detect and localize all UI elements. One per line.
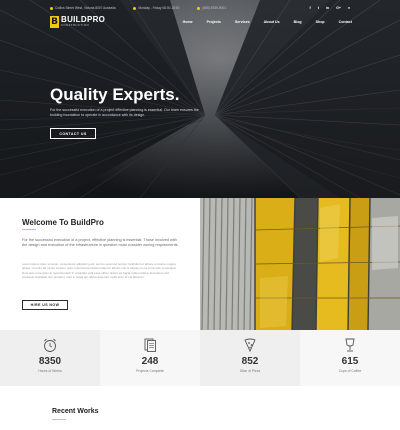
phone-icon — [197, 6, 201, 10]
hero-section: Collins Street West, Victoria 8007 Austr… — [0, 0, 400, 198]
welcome-text: For the successful execution of a projec… — [22, 238, 179, 248]
phone-info: (555) 8785-9001 — [197, 6, 226, 10]
location-icon — [50, 6, 53, 10]
nav-menu: Home Projects Services About Us Blog Sho… — [183, 20, 352, 24]
stat-coffee: 615 Cups of Coffee — [300, 330, 400, 386]
google-plus-icon[interactable]: G+ — [336, 6, 341, 10]
hero-description: For the successful execution of a projec… — [50, 108, 199, 117]
nav-item-services[interactable]: Services — [235, 20, 250, 24]
pizza-slice-icon — [244, 338, 256, 353]
hours-text: Monday - Friday 08:00-18:00 — [138, 6, 180, 10]
brand-name: BUILDPRO — [61, 15, 106, 25]
clock-icon — [133, 6, 137, 10]
recent-works-title: Recent Works — [52, 408, 99, 415]
welcome-title: Welcome To BuildPro — [22, 218, 104, 227]
alarm-clock-icon — [44, 338, 56, 352]
address-text: Collins Street West, Victoria 8007 Austr… — [55, 6, 116, 10]
building-facade-image — [200, 198, 400, 330]
facebook-icon[interactable]: f — [309, 6, 310, 10]
hero-title: Quality Experts. — [50, 85, 180, 104]
stat-label: Cups of Coffee — [338, 369, 362, 373]
twitter-icon[interactable]: t — [318, 6, 319, 10]
welcome-subtext: Lorem ipsum dolor sit amet, consectetur … — [22, 262, 177, 280]
nav-item-home[interactable]: Home — [183, 20, 193, 24]
brand-tagline: CONSTRUCTION — [61, 24, 90, 28]
logo-text: BUILDPRO CONSTRUCTION — [61, 16, 105, 28]
social-links: f t in G+ v — [309, 6, 350, 10]
nav-item-shop[interactable]: Shop — [316, 20, 325, 24]
stat-projects: 248 Projects Complete — [100, 330, 200, 386]
stat-label: Projects Complete — [136, 369, 164, 373]
linkedin-icon[interactable]: in — [326, 6, 329, 10]
documents-icon — [144, 338, 156, 352]
top-info-bar: Collins Street West, Victoria 8007 Austr… — [50, 4, 350, 12]
nav-item-blog[interactable]: Blog — [294, 20, 302, 24]
nav-item-about-us[interactable]: About Us — [264, 20, 280, 24]
main-navbar: B BUILDPRO CONSTRUCTION Home Projects Se… — [50, 15, 352, 29]
stat-number: 615 — [341, 356, 359, 367]
nav-item-contact[interactable]: Contact — [339, 20, 352, 24]
hire-us-button[interactable]: HIRE US NOW — [22, 300, 68, 310]
title-underline — [52, 419, 66, 421]
stat-pizza: 852 Slice of Pizza — [200, 330, 300, 386]
contact-us-button[interactable]: CONTACT US — [50, 128, 96, 139]
stat-hours: 8350 Hours of Works — [0, 330, 100, 386]
nav-item-projects[interactable]: Projects — [207, 20, 221, 24]
vimeo-icon[interactable]: v — [348, 6, 350, 10]
brand-logo[interactable]: B BUILDPRO CONSTRUCTION — [50, 16, 105, 28]
stat-number: 248 — [141, 356, 159, 367]
hours-info: Monday - Friday 08:00-18:00 — [133, 6, 179, 10]
stats-section: 8350 Hours of Works 248 Projects Complet… — [0, 330, 400, 386]
title-underline — [22, 229, 36, 231]
stat-number: 852 — [241, 356, 259, 367]
welcome-section: Welcome To BuildPro For the successful e… — [0, 198, 200, 330]
phone-text: (555) 8785-9001 — [202, 6, 226, 10]
stat-number: 8350 — [38, 356, 62, 367]
coffee-cup-icon — [345, 338, 355, 352]
recent-works-section: Recent Works — [0, 386, 400, 430]
stat-label: Slice of Pizza — [239, 369, 261, 373]
stat-label: Hours of Works — [38, 369, 62, 373]
logo-mark-icon: B — [50, 16, 59, 28]
address-info: Collins Street West, Victoria 8007 Austr… — [50, 6, 115, 10]
